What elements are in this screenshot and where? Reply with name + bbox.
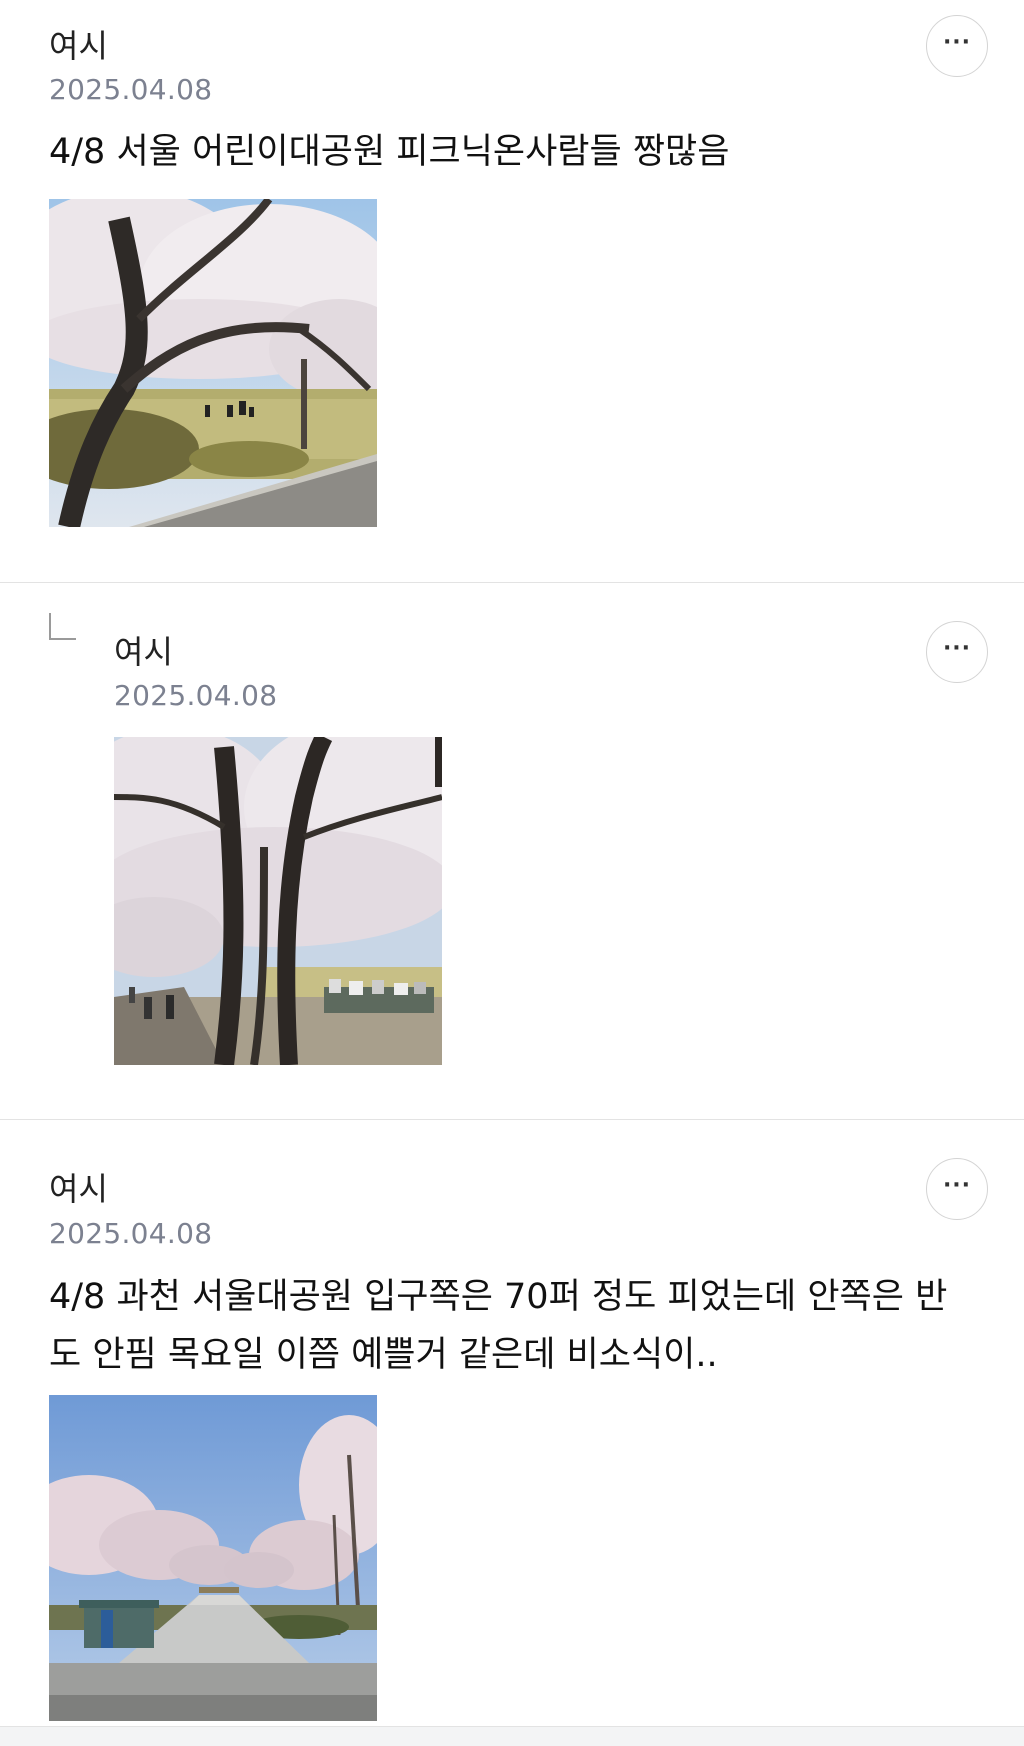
post-photo[interactable] [114,737,442,1065]
photo-cherry-blossom-park-picnic-icon [49,199,377,527]
post-title[interactable]: 4/8 서울 어린이대공원 피크닉온사람들 짱많음 [49,123,729,181]
more-options-button[interactable]: ··· [926,15,988,77]
post-date: 2025.04.08 [49,1217,213,1250]
post-date: 2025.04.08 [49,73,213,106]
divider [0,582,1024,583]
divider [0,1119,1024,1120]
author-name[interactable]: 여시 [49,1169,108,1209]
post-title[interactable]: 4/8 과천 서울대공원 입구쪽은 70퍼 정도 피었는데 안쪽은 반 도 안핌… [49,1268,989,1384]
post-title-line: 4/8 과천 서울대공원 입구쪽은 70퍼 정도 피었는데 안쪽은 반 [49,1277,948,1317]
author-name[interactable]: 여시 [114,632,173,672]
author-name[interactable]: 여시 [49,26,108,66]
bottom-bar [0,1726,1024,1746]
more-options-button[interactable]: ··· [926,621,988,683]
photo-cherry-blossom-avenue-icon [49,1395,377,1721]
ellipsis-icon: ··· [942,1173,972,1198]
more-options-button[interactable]: ··· [926,1158,988,1220]
post-title-line: 도 안핌 목요일 이쯤 예쁠거 같은데 비소식이.. [49,1335,718,1375]
post-photo[interactable] [49,1395,377,1721]
ellipsis-icon: ··· [942,636,972,661]
post-date: 2025.04.08 [114,679,278,712]
photo-cherry-blossom-trees-crowd-icon [114,737,442,1065]
post-photo[interactable] [49,199,377,527]
ellipsis-icon: ··· [942,30,972,55]
reply-corner-icon [49,613,76,640]
